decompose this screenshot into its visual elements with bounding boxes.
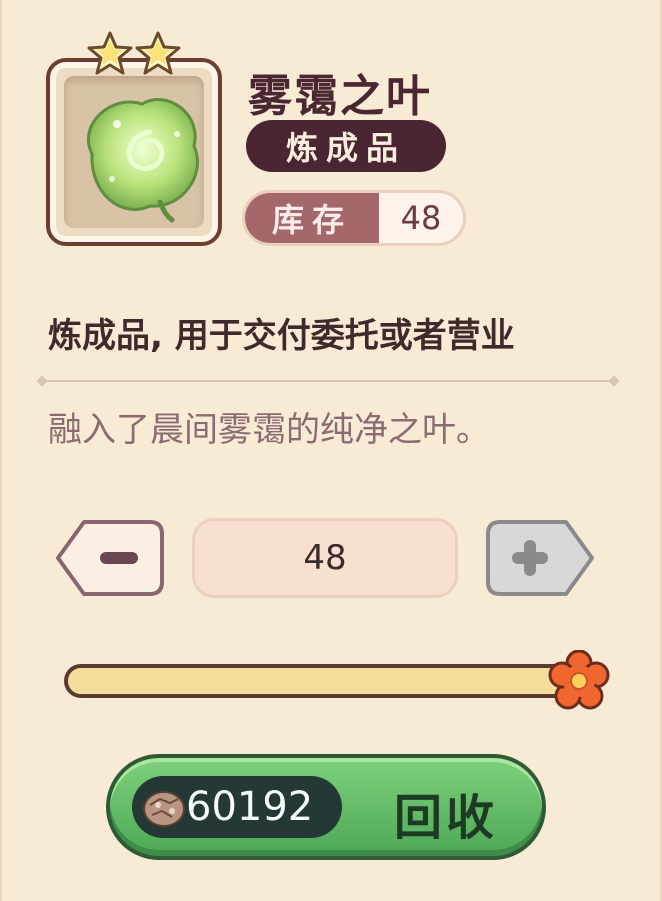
stock-label: 库存 <box>245 193 379 243</box>
price-display: 60192 <box>132 776 342 838</box>
stone-coin-icon <box>143 791 185 827</box>
leaf-icon <box>86 98 200 223</box>
quantity-field[interactable]: 48 <box>192 518 458 598</box>
stock-value: 48 <box>400 199 442 237</box>
star-icon <box>135 31 181 75</box>
item-name: 雾霭之叶 <box>248 71 432 122</box>
recycle-label: 回收 <box>394 790 499 846</box>
item-detail-panel: 雾霭之叶 炼成品 库存 48 炼成品, 用于交付委托或者营业 融入了晨间雾霭的纯… <box>0 0 662 901</box>
recycle-price: 60192 <box>186 784 314 830</box>
item-icon-background <box>64 76 204 228</box>
quantity-slider[interactable] <box>64 664 584 698</box>
item-description: 炼成品, 用于交付委托或者营业 <box>48 316 515 356</box>
star-icon <box>87 31 133 75</box>
item-icon-frame <box>46 58 222 246</box>
rarity-stars <box>86 30 186 80</box>
slider-fill <box>68 668 580 694</box>
stock-display: 库存 48 <box>242 190 466 246</box>
slider-handle-flower-icon[interactable] <box>548 650 610 712</box>
recycle-button[interactable]: 60192 回收 <box>106 754 546 860</box>
flavor-text: 融入了晨间雾霭的纯净之叶。 <box>48 410 490 450</box>
increase-button[interactable] <box>484 516 596 600</box>
divider <box>42 380 614 382</box>
minus-icon <box>100 552 138 564</box>
decrease-button[interactable] <box>54 516 166 600</box>
category-badge: 炼成品 <box>246 120 446 172</box>
